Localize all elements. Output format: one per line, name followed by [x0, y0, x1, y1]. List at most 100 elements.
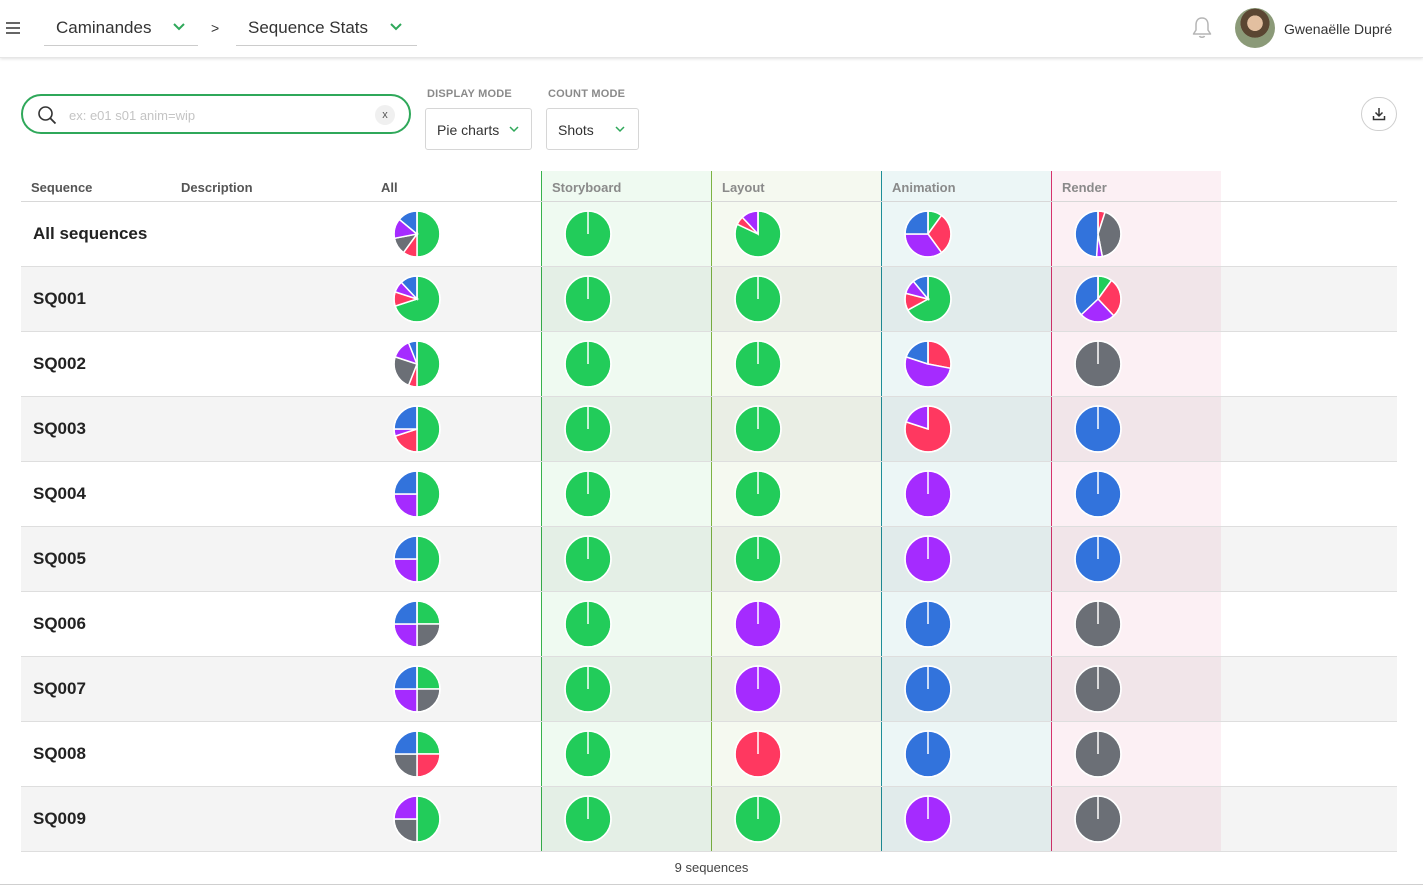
pie-chart-layout[interactable]	[734, 730, 782, 778]
clear-search-button[interactable]: x	[375, 105, 395, 125]
pie-chart-render[interactable]	[1074, 730, 1122, 778]
pie-chart-render[interactable]	[1074, 340, 1122, 388]
pie-chart-layout[interactable]	[734, 275, 782, 323]
sequence-name[interactable]: SQ006	[33, 614, 86, 634]
pie-chart-all[interactable]	[393, 665, 441, 713]
display-mode-label: DISPLAY MODE	[427, 88, 512, 100]
pie-chart-storyboard[interactable]	[564, 795, 612, 843]
sequence-name[interactable]: SQ004	[33, 484, 86, 504]
pie-chart-render[interactable]	[1074, 470, 1122, 518]
pie-chart-storyboard[interactable]	[564, 665, 612, 713]
pie-chart-animation[interactable]	[904, 275, 952, 323]
header-render[interactable]: Render	[1062, 180, 1107, 195]
bell-icon[interactable]	[1189, 15, 1215, 41]
pie-chart-render[interactable]	[1074, 535, 1122, 583]
pie-chart-render[interactable]	[1074, 275, 1122, 323]
section-selector[interactable]: Sequence Stats	[236, 12, 417, 46]
table-row: All sequences	[21, 202, 1397, 267]
pie-chart-storyboard[interactable]	[564, 340, 612, 388]
header-animation[interactable]: Animation	[892, 180, 956, 195]
pie-chart-render[interactable]	[1074, 405, 1122, 453]
pie-chart-render[interactable]	[1074, 210, 1122, 258]
sequence-name[interactable]: All sequences	[33, 224, 147, 244]
pie-chart-animation[interactable]	[904, 340, 952, 388]
pie-chart-all[interactable]	[393, 275, 441, 323]
chevron-down-icon	[390, 23, 402, 31]
count-mode-select[interactable]: Shots	[546, 108, 639, 150]
pie-chart-layout[interactable]	[734, 340, 782, 388]
pie-chart-layout[interactable]	[734, 535, 782, 583]
pie-chart-animation[interactable]	[904, 730, 952, 778]
pie-chart-layout[interactable]	[734, 795, 782, 843]
pie-chart-storyboard[interactable]	[564, 470, 612, 518]
pie-chart-storyboard[interactable]	[564, 210, 612, 258]
download-icon	[1372, 108, 1386, 121]
pie-chart-layout[interactable]	[734, 665, 782, 713]
sequence-name[interactable]: SQ008	[33, 744, 86, 764]
pie-chart-storyboard[interactable]	[564, 405, 612, 453]
pie-chart-animation[interactable]	[904, 405, 952, 453]
download-button[interactable]	[1361, 97, 1397, 131]
search-input[interactable]	[69, 105, 359, 125]
sequence-name[interactable]: SQ002	[33, 354, 86, 374]
pie-chart-storyboard[interactable]	[564, 275, 612, 323]
pie-chart-animation[interactable]	[904, 795, 952, 843]
pie-chart-animation[interactable]	[904, 665, 952, 713]
sequence-name[interactable]: SQ001	[33, 289, 86, 309]
production-selector[interactable]: Caminandes	[44, 12, 198, 46]
sequence-name[interactable]: SQ009	[33, 809, 86, 829]
pie-chart-all[interactable]	[393, 340, 441, 388]
pie-chart-animation[interactable]	[904, 210, 952, 258]
pie-slice-green	[416, 405, 441, 453]
pie-chart-animation[interactable]	[904, 600, 952, 648]
section-name: Sequence Stats	[248, 18, 369, 37]
pie-chart-all[interactable]	[393, 795, 441, 843]
pie-chart-storyboard[interactable]	[564, 535, 612, 583]
pie-chart-all[interactable]	[393, 600, 441, 648]
sequence-name[interactable]: SQ005	[33, 549, 86, 569]
sequence-name[interactable]: SQ003	[33, 419, 86, 439]
pie-chart-all[interactable]	[393, 470, 441, 518]
header-sequence[interactable]: Sequence	[31, 180, 92, 195]
search-field[interactable]: x	[21, 94, 411, 134]
pie-chart-render[interactable]	[1074, 795, 1122, 843]
pie-chart-all[interactable]	[393, 730, 441, 778]
count-mode-value: Shots	[558, 122, 594, 138]
header-layout[interactable]: Layout	[722, 180, 765, 195]
display-mode-value: Pie charts	[437, 122, 500, 138]
pie-chart-storyboard[interactable]	[564, 730, 612, 778]
menu-icon[interactable]	[6, 22, 20, 34]
pie-chart-animation[interactable]	[904, 470, 952, 518]
table-row: SQ005	[21, 527, 1397, 592]
pie-chart-layout[interactable]	[734, 405, 782, 453]
table-row: SQ007	[21, 657, 1397, 722]
pie-chart-layout[interactable]	[734, 600, 782, 648]
pie-chart-animation[interactable]	[904, 535, 952, 583]
header-storyboard[interactable]: Storyboard	[552, 180, 621, 195]
table-row: SQ008	[21, 722, 1397, 787]
pie-chart-all[interactable]	[393, 210, 441, 258]
sequence-name[interactable]: SQ007	[33, 679, 86, 699]
search-icon	[38, 106, 57, 125]
avatar[interactable]	[1235, 8, 1275, 48]
pie-chart-render[interactable]	[1074, 665, 1122, 713]
pie-chart-render[interactable]	[1074, 600, 1122, 648]
pie-chart-layout[interactable]	[734, 210, 782, 258]
pie-chart-all[interactable]	[393, 535, 441, 583]
pie-slice-blue	[1074, 210, 1099, 258]
display-mode-select[interactable]: Pie charts	[425, 108, 532, 150]
pie-chart-all[interactable]	[393, 405, 441, 453]
breadcrumb-separator: >	[211, 20, 220, 36]
pie-chart-storyboard[interactable]	[564, 600, 612, 648]
bottom-divider	[0, 884, 1423, 885]
table-row: SQ002	[21, 332, 1397, 397]
header-description[interactable]: Description	[181, 180, 253, 195]
chevron-down-icon	[509, 126, 519, 133]
chevron-down-icon	[615, 126, 625, 133]
pie-chart-layout[interactable]	[734, 470, 782, 518]
pie-slice-green	[416, 340, 441, 388]
top-bar: Caminandes > Sequence Stats Gwenaëlle Du…	[0, 0, 1423, 58]
header-all[interactable]: All	[381, 180, 398, 195]
user-name[interactable]: Gwenaëlle Dupré	[1284, 21, 1392, 37]
pie-slice-green	[416, 210, 441, 258]
